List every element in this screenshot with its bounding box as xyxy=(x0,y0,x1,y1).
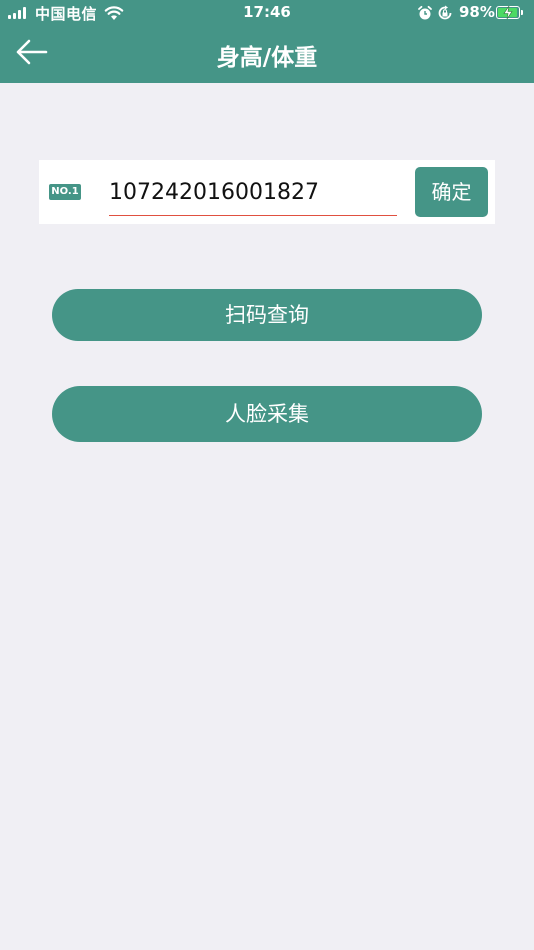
face-capture-button[interactable]: 人脸采集 xyxy=(52,386,482,442)
status-bar: 中国电信 17:46 98% xyxy=(0,0,534,26)
confirm-button[interactable]: 确定 xyxy=(415,167,488,217)
battery-cap xyxy=(521,10,523,15)
number-input-card: NO.1 确定 xyxy=(39,160,495,224)
page-title: 身高/体重 xyxy=(216,45,318,71)
battery-percent: 98% xyxy=(459,3,495,21)
alarm-icon xyxy=(418,5,432,20)
status-time: 17:46 xyxy=(243,3,291,21)
number-badge: NO.1 xyxy=(49,184,81,200)
scan-query-button[interactable]: 扫码查询 xyxy=(52,289,482,341)
charging-bolt-icon xyxy=(503,5,513,20)
number-input[interactable] xyxy=(109,170,397,216)
rotation-lock-icon xyxy=(438,5,452,20)
top-bar: 中国电信 17:46 98% 身高/体重 xyxy=(0,0,534,83)
